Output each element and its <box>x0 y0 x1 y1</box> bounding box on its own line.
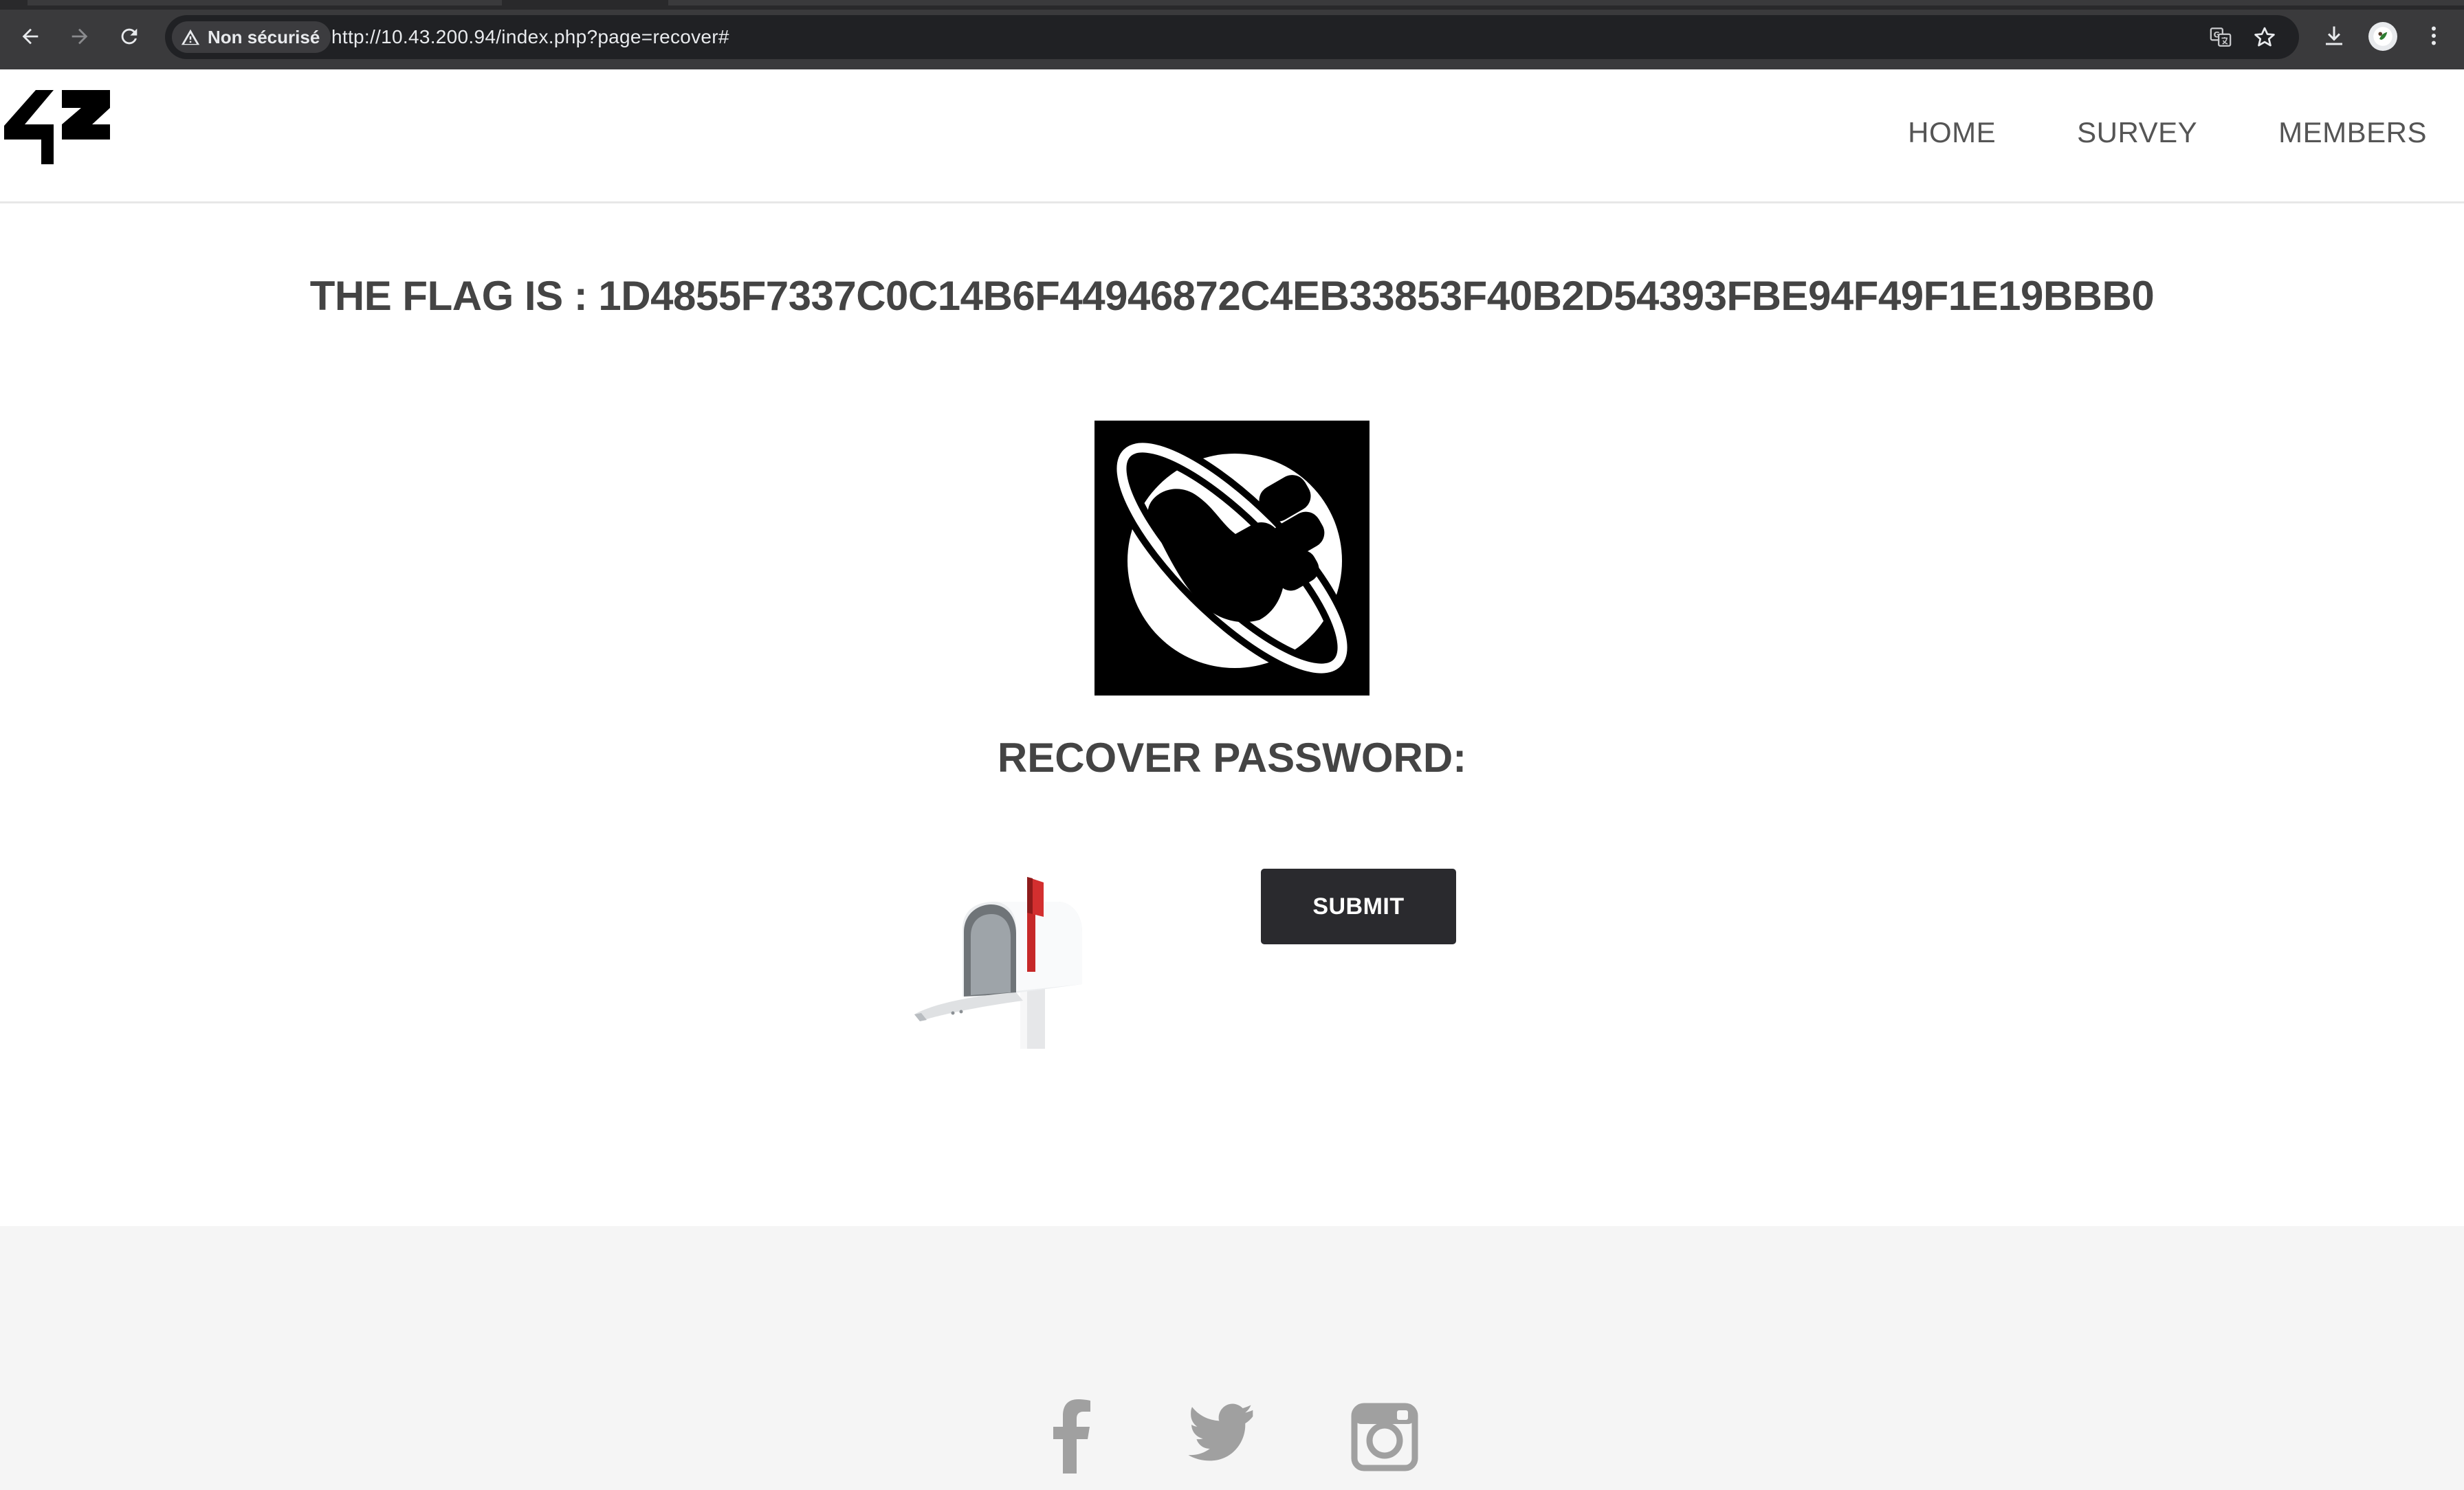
security-indicator[interactable]: Non sécurisé <box>172 21 331 53</box>
tab-strip <box>0 0 2464 10</box>
browser-menu-button[interactable] <box>2419 21 2449 51</box>
profile-avatar[interactable] <box>2368 22 2397 51</box>
tab-edge[interactable] <box>668 0 2464 5</box>
reload-button[interactable] <box>114 21 144 52</box>
twitter-icon <box>1188 1403 1253 1461</box>
thumbs-up-planet-icon <box>1094 421 1370 696</box>
nav-members-link[interactable]: MEMBERS <box>2278 116 2427 149</box>
instagram-icon <box>1351 1403 1418 1471</box>
nav-survey-link[interactable]: SURVEY <box>2077 116 2197 149</box>
site-header: 42 HOME SURVEY MEMBERS <box>0 69 2464 203</box>
arrow-left-icon <box>22 28 38 45</box>
forward-button[interactable] <box>65 21 95 52</box>
downloads-button[interactable] <box>2319 21 2349 51</box>
recover-password-title: RECOVER PASSWORD: <box>997 735 1467 781</box>
flag-heading: THE FLAG IS : 1D4855F7337C0C14B6F4494687… <box>309 273 2155 319</box>
translate-button[interactable]: G <box>2207 23 2234 51</box>
more-vertical-icon <box>2432 26 2436 45</box>
tab-edge[interactable] <box>28 0 502 5</box>
submit-button[interactable]: SUBMIT <box>1261 869 1456 944</box>
instagram-link[interactable] <box>1350 1398 1419 1474</box>
main-nav: HOME SURVEY MEMBERS <box>1827 116 2427 149</box>
browser-chrome: Non sécurisé http://10.43.200.94/index.p… <box>0 0 2464 69</box>
arrow-right-icon <box>72 28 88 45</box>
42-logo[interactable]: 42 <box>4 90 110 164</box>
mailbox-icon <box>914 877 1082 1049</box>
translate-icon: G <box>2210 27 2232 47</box>
site-footer <box>0 1226 2464 1490</box>
bookmark-button[interactable] <box>2251 23 2278 51</box>
profile-icon <box>2373 27 2392 46</box>
url-text[interactable]: http://10.43.200.94/index.php?page=recov… <box>331 26 729 48</box>
warning-triangle-icon <box>181 29 200 45</box>
back-button[interactable] <box>15 21 45 52</box>
address-bar[interactable]: Non sécurisé http://10.43.200.94/index.p… <box>165 15 2299 59</box>
nav-home-link[interactable]: HOME <box>1908 116 1996 149</box>
star-icon <box>2254 27 2275 47</box>
download-icon <box>2326 26 2342 45</box>
security-label: Non sécurisé <box>208 26 320 47</box>
facebook-link[interactable] <box>1037 1398 1106 1474</box>
twitter-link[interactable] <box>1187 1398 1255 1474</box>
facebook-icon <box>1053 1399 1090 1474</box>
reload-icon <box>121 28 138 45</box>
